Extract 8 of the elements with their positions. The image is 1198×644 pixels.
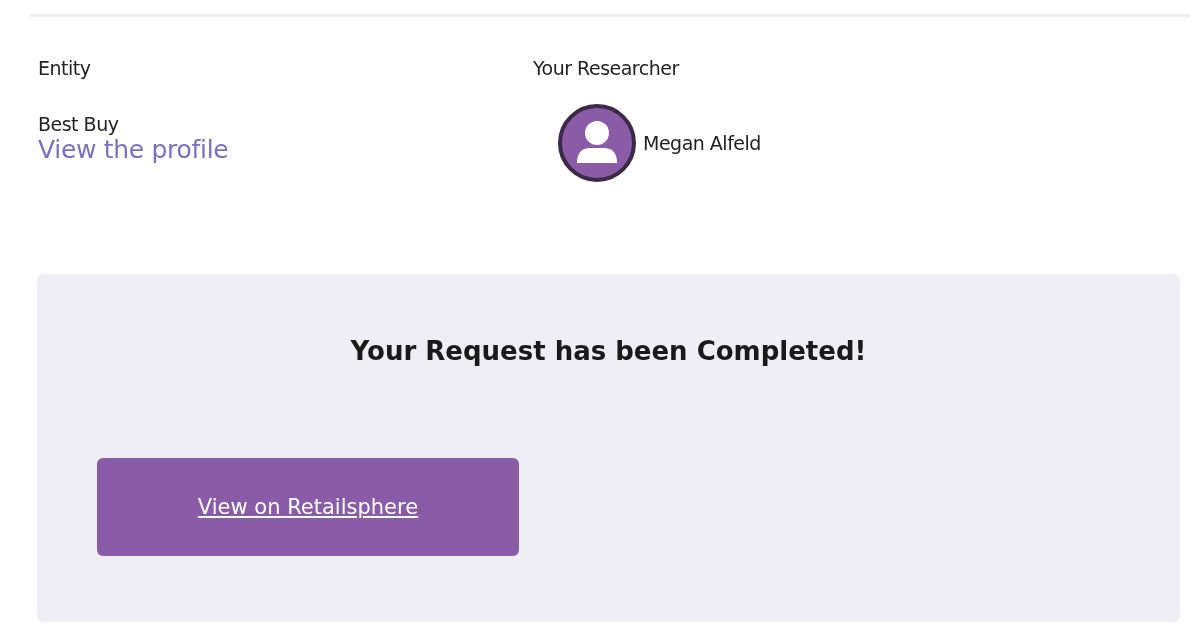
profile-link[interactable]: View the profile: [38, 135, 229, 165]
entity-label: Entity: [38, 57, 91, 79]
entity-name: Best Buy: [38, 113, 119, 135]
view-button[interactable]: View on Retailsphere: [97, 458, 519, 556]
avatar-icon: [557, 103, 637, 183]
researcher-name: Megan Alfeld: [643, 132, 761, 154]
researcher-label: Your Researcher: [533, 57, 679, 79]
panel-heading: Your Request has been Completed!: [349, 336, 868, 366]
